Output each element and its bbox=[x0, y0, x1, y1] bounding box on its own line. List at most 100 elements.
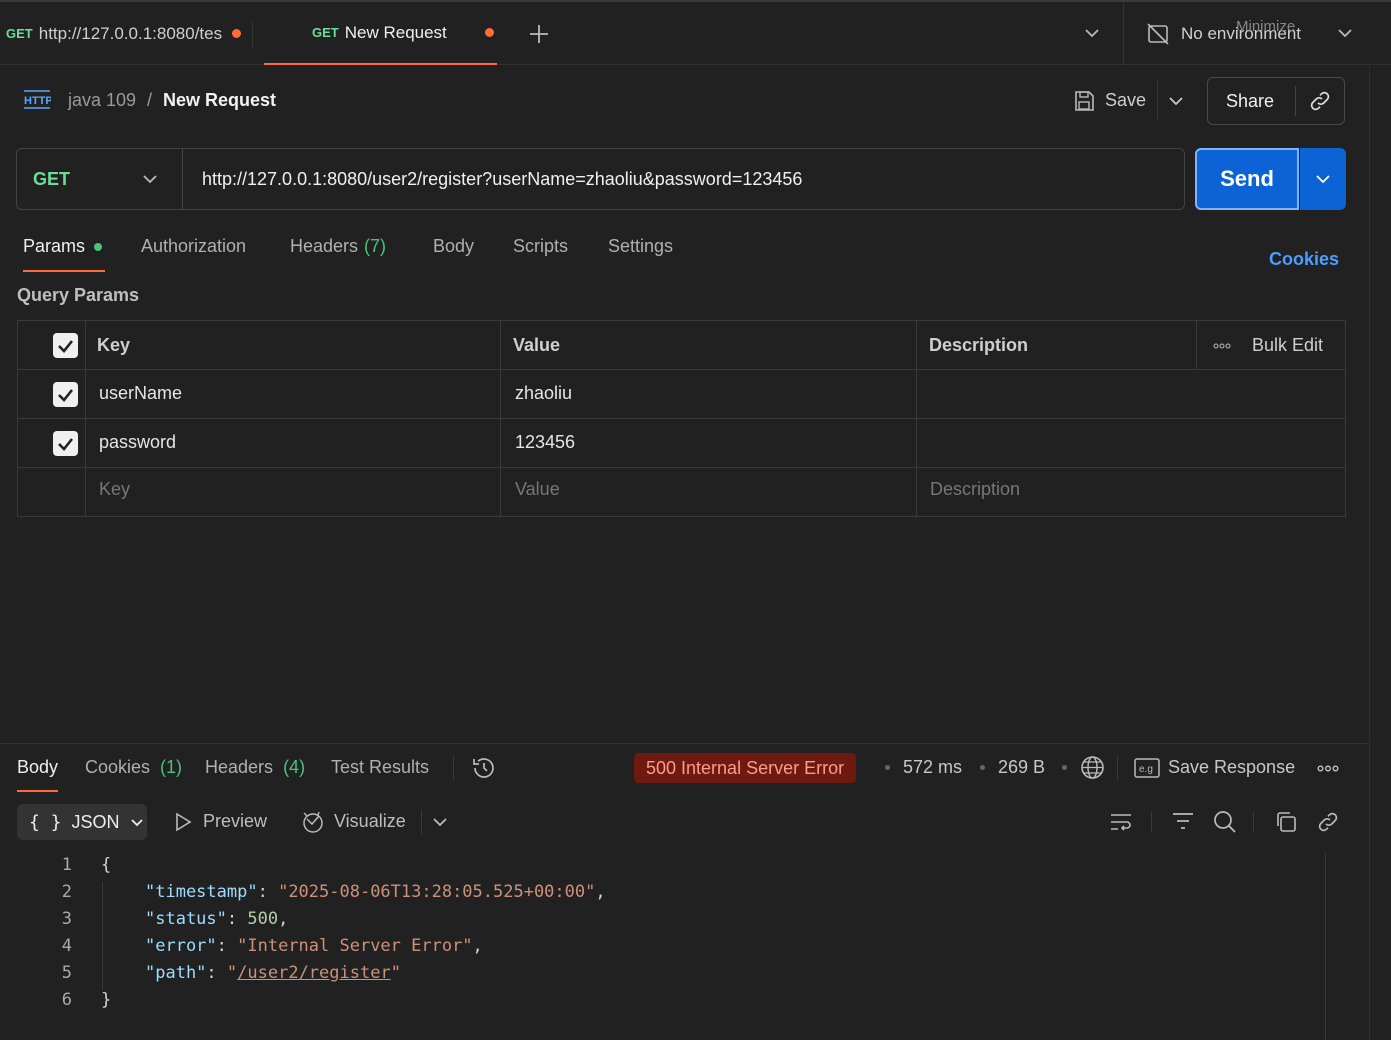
select-all-checkbox[interactable] bbox=[53, 333, 78, 358]
braces-icon: { } bbox=[29, 811, 62, 833]
tab-method: GET bbox=[6, 26, 33, 41]
link-icon[interactable] bbox=[1308, 89, 1332, 113]
tab-title: New Request bbox=[344, 22, 447, 42]
new-value-input[interactable]: Value bbox=[515, 479, 560, 500]
response-divider[interactable] bbox=[0, 743, 1369, 744]
copy-icon[interactable] bbox=[1274, 810, 1298, 834]
method-selector[interactable]: GET bbox=[17, 149, 182, 209]
tab-settings[interactable]: Settings bbox=[608, 236, 673, 272]
history-icon[interactable] bbox=[471, 755, 497, 781]
query-params-title: Query Params bbox=[17, 285, 140, 305]
response-size[interactable]: 269 B bbox=[998, 757, 1045, 778]
wrap-lines-icon[interactable] bbox=[1109, 810, 1133, 834]
save-icon[interactable] bbox=[1072, 89, 1096, 113]
format-selector[interactable]: { } JSON bbox=[17, 804, 147, 840]
line-number: 6 bbox=[61, 990, 72, 1010]
tab-params[interactable]: Params bbox=[23, 236, 105, 272]
link-icon[interactable] bbox=[1316, 810, 1340, 834]
json-value: "2025-08-06T13:28:05.525+00:00" bbox=[278, 882, 596, 902]
row-divider bbox=[18, 418, 1345, 419]
headers-count: (4) bbox=[283, 757, 306, 777]
minimize-tooltip: Minimize bbox=[1236, 18, 1296, 35]
svg-text:e.g: e.g bbox=[1139, 764, 1153, 775]
row-divider bbox=[18, 467, 1345, 468]
col-divider bbox=[500, 321, 501, 516]
chevron-down-icon[interactable] bbox=[1084, 28, 1100, 38]
param-value-input[interactable]: zhaoliu bbox=[515, 383, 572, 404]
cookies-link[interactable]: Cookies bbox=[1269, 249, 1339, 270]
json-key: "timestamp" bbox=[145, 882, 258, 902]
cookies-count: (1) bbox=[160, 757, 183, 777]
tab-authorization[interactable]: Authorization bbox=[141, 236, 246, 272]
request-title[interactable]: New Request bbox=[163, 90, 276, 111]
save-button[interactable]: Save bbox=[1105, 90, 1146, 111]
plus-icon[interactable] bbox=[528, 23, 550, 45]
tab-request-2[interactable]: GET New Request bbox=[264, 2, 497, 65]
param-checkbox[interactable] bbox=[53, 431, 78, 456]
breadcrumb-collection[interactable]: java 109 bbox=[68, 90, 136, 111]
divider bbox=[453, 755, 454, 781]
filter-icon[interactable] bbox=[1171, 811, 1195, 833]
response-tab-test-results[interactable]: Test Results bbox=[331, 757, 429, 778]
tab-title: http://127.0.0.1:8080/tes bbox=[38, 23, 223, 43]
send-options-button[interactable] bbox=[1300, 148, 1346, 210]
search-icon[interactable] bbox=[1212, 809, 1238, 835]
tab-label: Headers bbox=[205, 757, 274, 777]
save-response-button[interactable]: Save Response bbox=[1168, 757, 1295, 778]
visualize-button[interactable]: Visualize bbox=[334, 811, 406, 832]
json-link[interactable]: /user2/register bbox=[237, 963, 391, 983]
column-header-key: Key bbox=[97, 335, 131, 355]
json-value: 500 bbox=[247, 909, 279, 929]
response-tab-cookies[interactable]: Cookies (1) bbox=[85, 757, 182, 778]
json-value: "Internal Server Error" bbox=[237, 936, 473, 956]
bulk-edit-button[interactable]: Bulk Edit bbox=[1252, 335, 1323, 356]
more-icon[interactable] bbox=[1213, 343, 1231, 349]
chevron-down-icon[interactable] bbox=[432, 817, 448, 827]
json-key: "path" bbox=[145, 963, 207, 983]
no-environment-icon bbox=[1146, 22, 1170, 46]
url-input[interactable]: http://127.0.0.1:8080/user2/register?use… bbox=[202, 169, 802, 190]
param-key-input[interactable]: password bbox=[99, 432, 176, 453]
tab-request-1[interactable]: GET http://127.0.0.1:8080/tes bbox=[6, 2, 246, 65]
tab-divider bbox=[252, 20, 253, 48]
globe-icon[interactable] bbox=[1080, 755, 1105, 780]
response-time[interactable]: 572 ms bbox=[903, 757, 962, 778]
param-key-input[interactable]: userName bbox=[99, 383, 182, 404]
example-icon[interactable]: e.g bbox=[1134, 758, 1160, 778]
visualize-icon bbox=[301, 810, 325, 834]
line-number: 3 bbox=[61, 909, 72, 929]
tab-scripts[interactable]: Scripts bbox=[513, 236, 568, 272]
response-tab-body[interactable]: Body bbox=[17, 757, 59, 792]
column-header-description: Description bbox=[929, 335, 1029, 355]
divider bbox=[1151, 812, 1152, 832]
row-divider bbox=[18, 369, 1345, 370]
tab-body[interactable]: Body bbox=[433, 236, 474, 272]
tab-method: GET bbox=[312, 25, 339, 40]
tab-bar: GET http://127.0.0.1:8080/tes GET New Re… bbox=[0, 0, 1391, 65]
separator-dot bbox=[980, 765, 985, 770]
url-bar: GET http://127.0.0.1:8080/user2/register… bbox=[16, 148, 1185, 210]
param-value-input[interactable]: 123456 bbox=[515, 432, 575, 453]
send-button[interactable]: Send bbox=[1195, 148, 1299, 210]
new-key-input[interactable]: Key bbox=[99, 479, 130, 500]
preview-button[interactable]: Preview bbox=[203, 811, 267, 832]
json-line: } bbox=[101, 990, 111, 1010]
divider bbox=[1253, 812, 1254, 832]
share-button[interactable]: Share bbox=[1226, 91, 1274, 112]
new-description-input[interactable]: Description bbox=[930, 479, 1020, 500]
more-icon[interactable] bbox=[1317, 765, 1339, 772]
chevron-down-icon[interactable] bbox=[1337, 28, 1353, 38]
param-checkbox[interactable] bbox=[53, 382, 78, 407]
status-badge[interactable]: 500 Internal Server Error bbox=[634, 753, 857, 783]
tab-headers[interactable]: Headers (7) bbox=[290, 236, 386, 272]
json-quote: " bbox=[390, 963, 401, 983]
query-params-table: Key Value Description Bulk Edit userName… bbox=[17, 320, 1346, 517]
separator-dot bbox=[885, 765, 890, 770]
chevron-down-icon[interactable] bbox=[1168, 96, 1184, 106]
breadcrumb-separator: / bbox=[147, 90, 153, 110]
json-quote: " bbox=[226, 963, 238, 983]
scrollbar-track[interactable] bbox=[1325, 853, 1326, 1040]
response-tab-headers[interactable]: Headers (4) bbox=[205, 757, 305, 778]
unsaved-dot bbox=[484, 28, 494, 37]
col-divider bbox=[85, 321, 86, 516]
